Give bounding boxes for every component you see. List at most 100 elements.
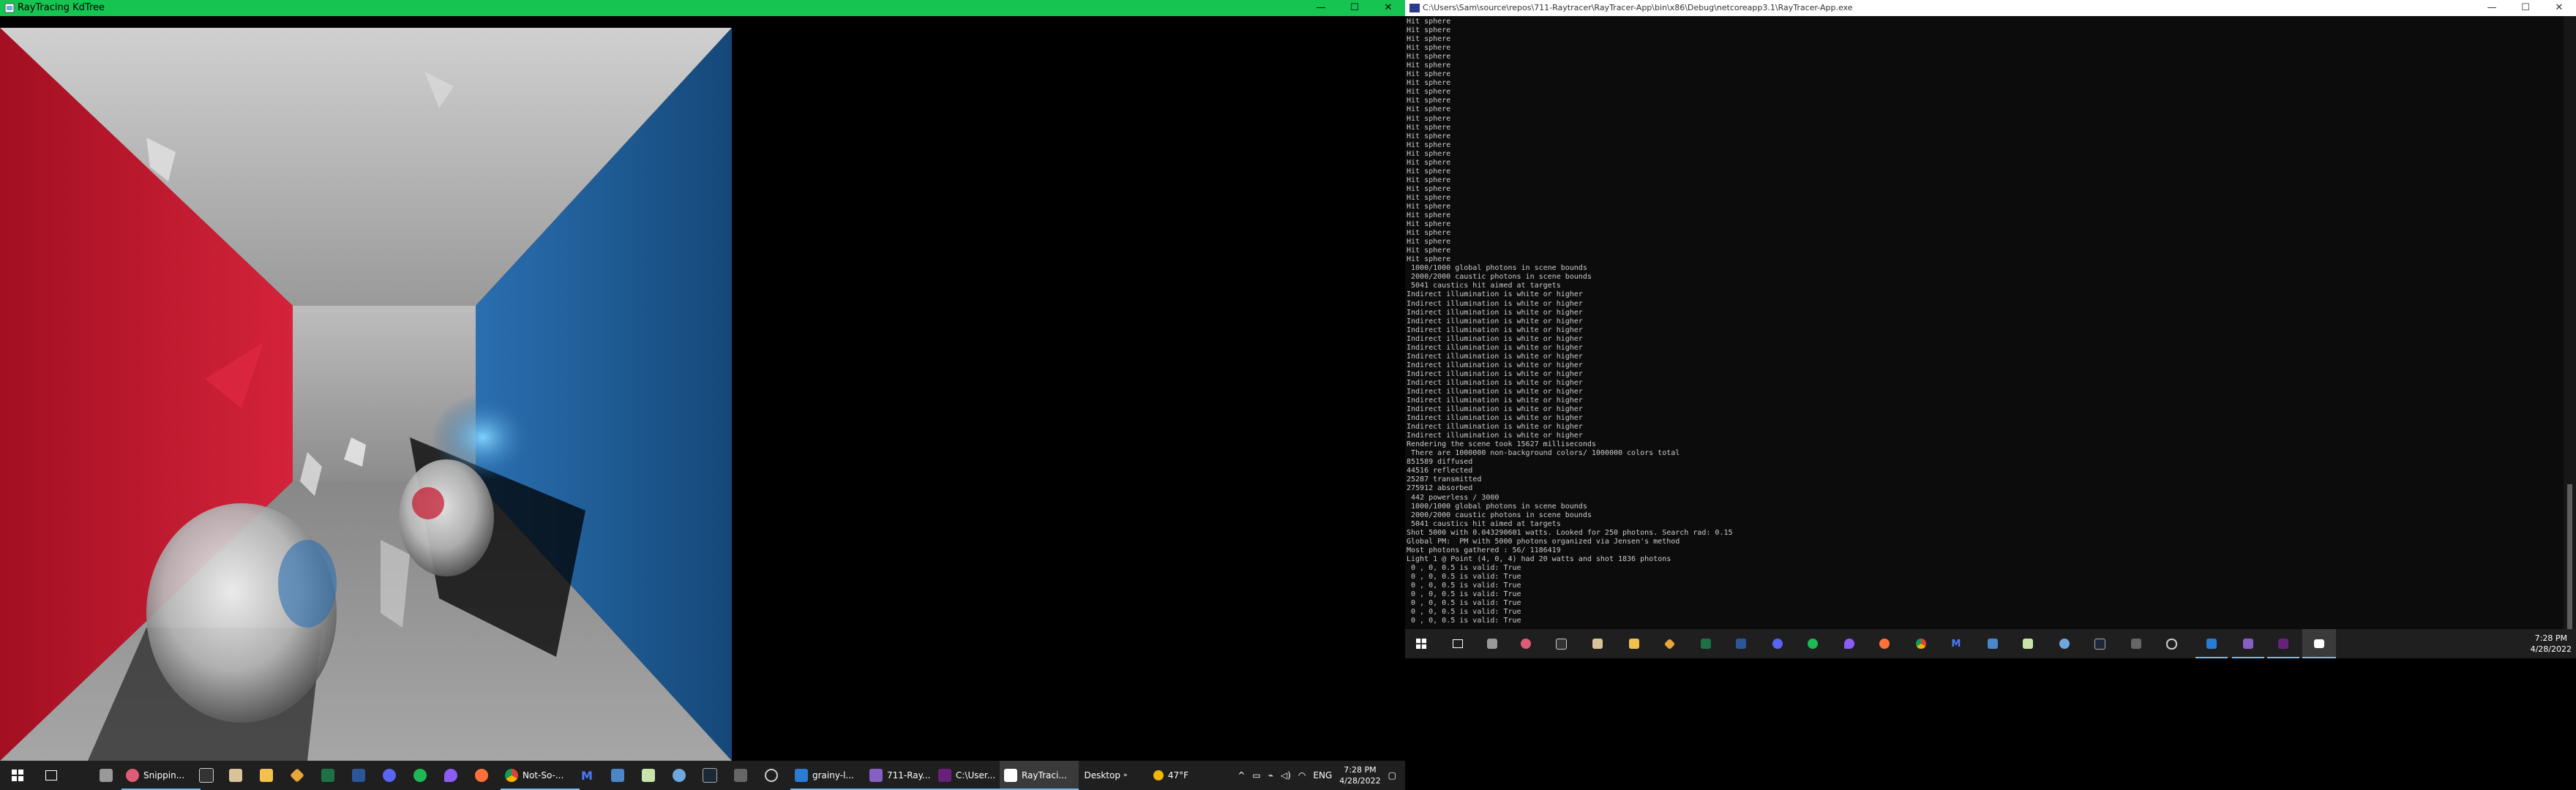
windows-icon: [12, 770, 23, 781]
weather-widget[interactable]: 47°F: [1149, 761, 1193, 790]
taskbar-icon-photo[interactable]: [2195, 629, 2228, 658]
taskbar-icon-tool[interactable]: [1481, 629, 1503, 658]
minimize-button[interactable]: —: [2475, 0, 2509, 16]
taskbar-icon-doc[interactable]: [2017, 629, 2039, 658]
taskbar-app-raytracing[interactable]: RayTraci...: [1000, 761, 1079, 790]
taskbar-icon-calculator[interactable]: [606, 761, 629, 790]
console-line: Hit sphere: [1407, 105, 1451, 114]
console-line: Hit sphere: [1407, 114, 1451, 123]
taskbar-icon-m[interactable]: M: [575, 761, 599, 790]
taskbar-icon-drop[interactable]: [439, 761, 463, 790]
scroll-thumb[interactable]: [2567, 484, 2572, 629]
network-icon[interactable]: ▭: [1252, 770, 1260, 780]
taskbar-icon-doc[interactable]: [637, 761, 660, 790]
taskbar-icon-discord[interactable]: [378, 761, 401, 790]
excel-icon: [1701, 639, 1711, 649]
taskbar-icon-word[interactable]: [347, 761, 370, 790]
screen-icon: [734, 769, 747, 782]
taskbar-icon-explorer[interactable]: [1623, 629, 1645, 658]
start-button[interactable]: [7, 761, 28, 790]
taskbar-icon-firefox[interactable]: [470, 761, 493, 790]
diamond-icon: [290, 768, 304, 783]
volume-icon[interactable]: ◁): [1281, 770, 1291, 780]
taskbar-icon-chrome[interactable]: [1910, 629, 1932, 658]
taskbar-app-visual-studio[interactable]: 711-Ray...: [865, 761, 940, 790]
console-titlebar[interactable]: C:\Users\Sam\source\repos\711-Raytracer\…: [1405, 0, 2576, 16]
taskbar-icon-cloud[interactable]: [2053, 629, 2075, 658]
taskbar-icon-spotify[interactable]: [408, 761, 432, 790]
console-line: 5041 caustics hit aimed at targets: [1407, 519, 1561, 528]
desktop-toolbar[interactable]: Desktop »: [1080, 761, 1131, 790]
taskbar-icon-tool[interactable]: [95, 761, 117, 790]
maximize-button[interactable]: ☐: [2509, 0, 2542, 16]
console-icon: [938, 769, 951, 782]
taskbar-icon-circle[interactable]: [2160, 629, 2182, 658]
taskbar-icon-raytracing[interactable]: [2302, 629, 2336, 658]
close-button[interactable]: ✕: [2542, 0, 2576, 16]
console-line: Hit sphere: [1407, 202, 1451, 211]
language-indicator[interactable]: ENG: [1313, 770, 1332, 780]
photo-icon: [795, 769, 808, 782]
console-line: 2000/2000 caustic photons in scene bound…: [1407, 273, 1592, 282]
taskbar-icon-snipping[interactable]: [1515, 629, 1537, 658]
console-line: Hit sphere: [1407, 238, 1451, 247]
clock[interactable]: 7:28 PM 4/28/2022: [1339, 764, 1380, 786]
console-output[interactable]: Hit sphere Hit sphere Hit sphere Hit sphere…: [1405, 18, 2548, 629]
console-line: 0 , 0, 0.5 is valid: True: [1407, 582, 1521, 590]
console-line: 0 , 0, 0.5 is valid: True: [1407, 617, 1521, 625]
taskbar-app-console[interactable]: C:\User...: [934, 761, 1006, 790]
taskbar-icon-steam[interactable]: [698, 761, 722, 790]
task-view-button[interactable]: [1448, 629, 1468, 658]
taskbar-icon-word[interactable]: [1730, 629, 1752, 658]
taskbar-icon-notepad[interactable]: [224, 761, 247, 790]
taskbar-icon-explorer[interactable]: [255, 761, 278, 790]
cloud-icon: [2059, 639, 2070, 649]
maximize-button[interactable]: ☐: [1338, 0, 1371, 16]
taskbar-icon-visual-studio[interactable]: [2232, 629, 2264, 658]
taskbar-icon-circle[interactable]: [760, 761, 783, 790]
clock[interactable]: 7:28 PM 4/28/2022: [2531, 633, 2572, 655]
taskbar-icon-terminal[interactable]: [1550, 629, 1572, 658]
taskbar-icon-screen[interactable]: [729, 761, 752, 790]
taskbar-icon-app[interactable]: [1658, 629, 1680, 658]
console-title: C:\Users\Sam\source\repos\711-Raytracer\…: [1423, 3, 1853, 12]
taskbar-icon-terminal[interactable]: [195, 761, 218, 790]
console-line: Hit sphere: [1407, 184, 1451, 193]
app-label: C:\User...: [956, 770, 996, 780]
raytracing-icon: [1004, 769, 1017, 782]
taskbar-app-grainy[interactable]: grainy-l...: [790, 761, 871, 790]
chevron-icon: »: [1123, 772, 1128, 779]
task-view-button[interactable]: [41, 761, 61, 790]
taskbar-icon-notepad[interactable]: [1587, 629, 1609, 658]
taskbar-icon-spotify[interactable]: [1802, 629, 1824, 658]
left-titlebar[interactable]: RayTracing KdTree — ☐ ✕: [0, 0, 1405, 16]
close-button[interactable]: ✕: [1371, 0, 1405, 16]
wifi-icon[interactable]: ◠: [1298, 770, 1306, 780]
console-scrollbar[interactable]: [2564, 16, 2576, 629]
taskbar-icon-calculator[interactable]: [1982, 629, 2004, 658]
taskbar-icon-drop[interactable]: [1838, 629, 1860, 658]
taskbar-icon-excel[interactable]: [1695, 629, 1717, 658]
taskbar-icon-steam[interactable]: [2089, 629, 2111, 658]
m-icon: M: [581, 768, 593, 783]
console-line: 0 , 0, 0.5 is valid: True: [1407, 599, 1521, 608]
taskbar-icon-discord[interactable]: [1767, 629, 1789, 658]
taskbar-icon-screen[interactable]: [2125, 629, 2147, 658]
taskbar-icon-console[interactable]: [2267, 629, 2299, 658]
console-line: Most photons gathered : 56/ 1186419: [1407, 546, 1561, 554]
snipping-icon: [126, 769, 139, 782]
notification-icon[interactable]: ▢: [1388, 770, 1396, 780]
pen-icon[interactable]: ⌁: [1268, 770, 1273, 780]
console-line: 1000/1000 global photons in scene bounds: [1407, 502, 1587, 511]
console-line: Hit sphere: [1407, 53, 1451, 61]
start-button[interactable]: [1411, 629, 1431, 658]
minimize-button[interactable]: —: [1304, 0, 1338, 16]
taskbar-app-chrome[interactable]: Not-So-...: [501, 761, 580, 790]
taskbar-app-snipping[interactable]: Snippin...: [121, 761, 201, 790]
chevron-up-icon[interactable]: ^: [1238, 770, 1245, 780]
taskbar-icon-excel[interactable]: [316, 761, 340, 790]
taskbar-icon-firefox[interactable]: [1873, 629, 1895, 658]
taskbar-icon-app[interactable]: [285, 761, 309, 790]
taskbar-icon-m[interactable]: M: [1945, 629, 1967, 658]
taskbar-icon-cloud[interactable]: [667, 761, 691, 790]
